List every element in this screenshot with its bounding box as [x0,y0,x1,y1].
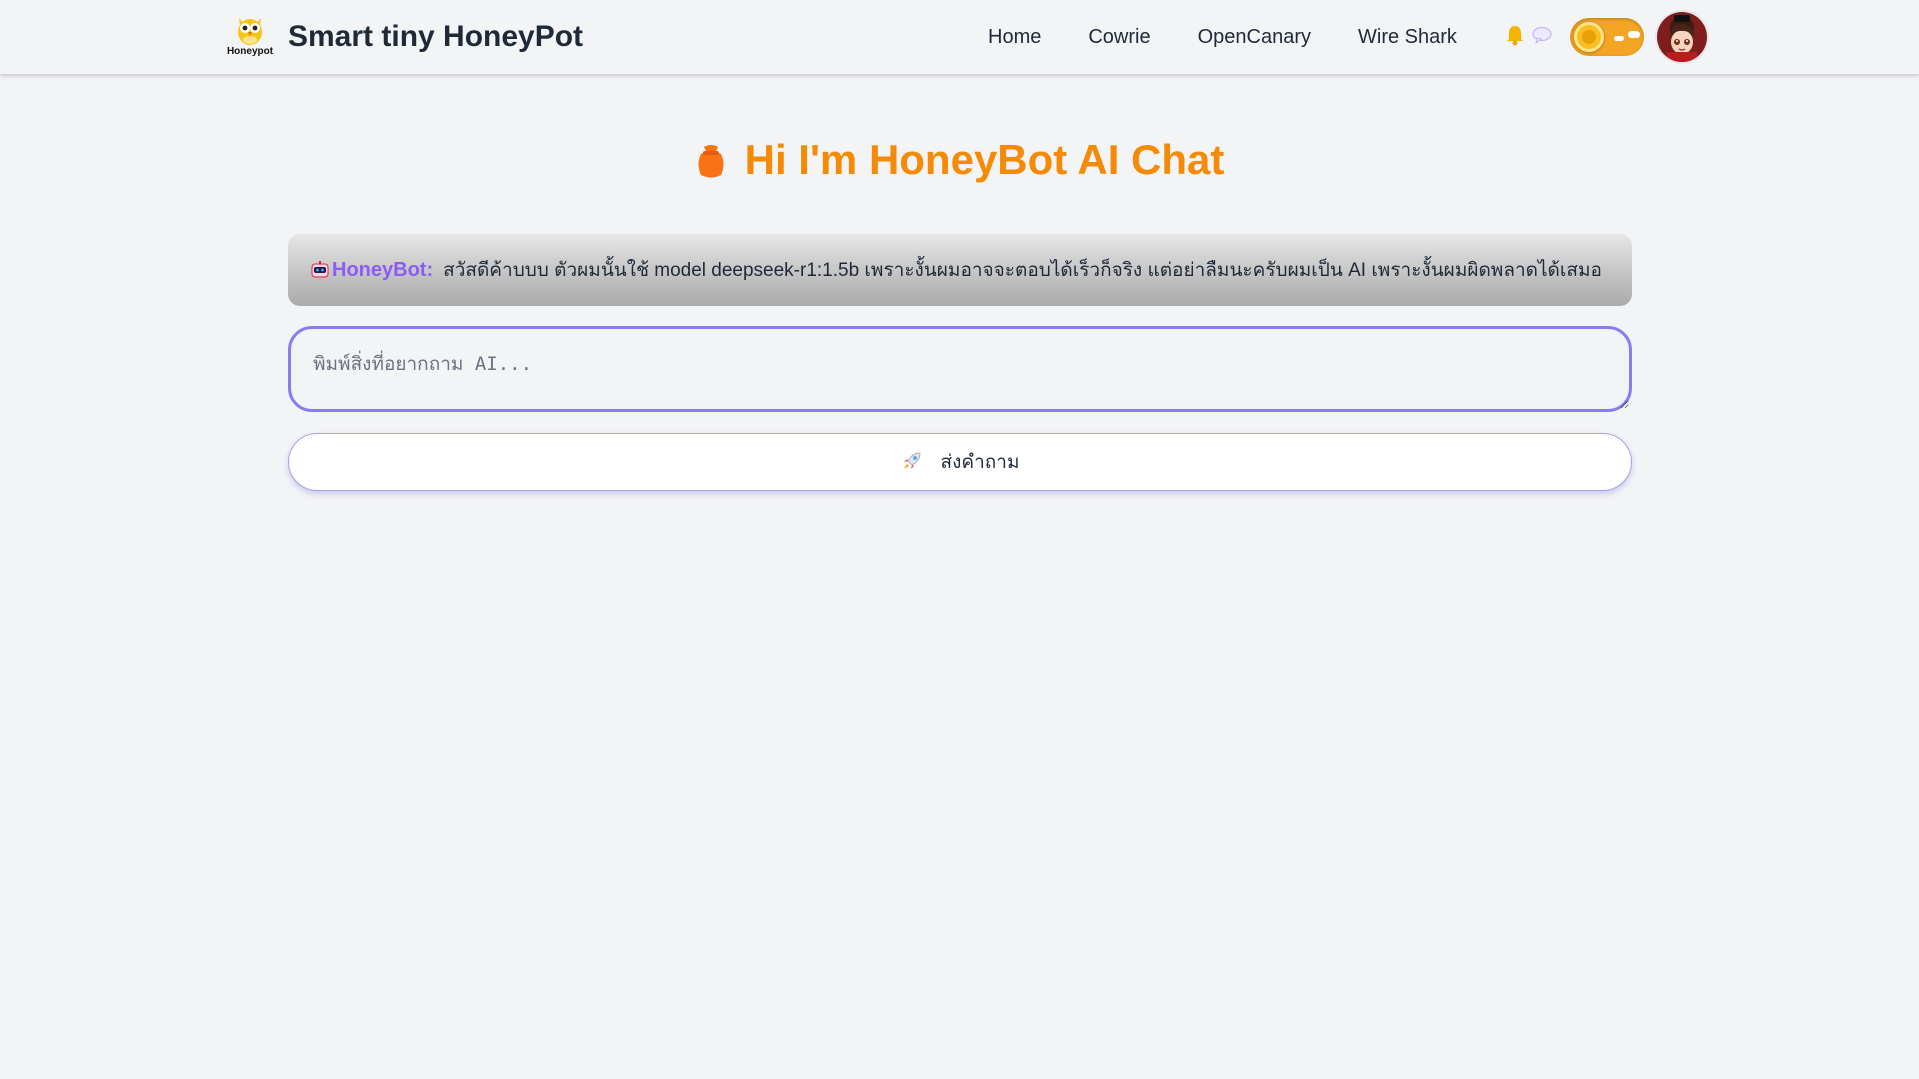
robot-icon [310,260,330,280]
page-title: Hi I'm HoneyBot AI Chat [0,136,1919,190]
nav-link-cowrie[interactable]: Cowrie [1088,26,1150,49]
page-title-text: Hi I'm HoneyBot AI Chat [744,136,1225,183]
owl-icon: Honeypot [222,10,278,64]
send-question-button[interactable]: ส่งคำถาม [288,433,1632,491]
nav-link-home[interactable]: Home [988,26,1041,49]
rocket-icon [901,450,923,475]
bot-message-text: สวัสดีค้าบบบ ตัวผมนั้นใช้ model deepseek… [443,260,1602,281]
logo-text: Honeypot [226,46,274,57]
bell-icon[interactable] [1505,24,1525,51]
brand[interactable]: Honeypot Smart tiny HoneyPot [222,10,583,64]
sun-icon [1574,22,1604,52]
chat-bubble-icon[interactable] [1531,25,1553,50]
theme-toggle[interactable] [1570,18,1644,56]
nav-link-opencanary[interactable]: OpenCanary [1198,26,1311,49]
chat-history: HoneyBot: สวัสดีค้าบบบ ตัวผมนั้นใช้ mode… [288,234,1632,306]
nav-icons [1505,24,1553,51]
avatar[interactable] [1657,12,1707,62]
send-button-label: ส่งคำถาม [940,452,1020,473]
question-input[interactable] [288,326,1632,412]
app-title: Smart tiny HoneyPot [288,20,584,53]
bot-name: HoneyBot: [332,258,434,281]
honey-pot-icon [695,142,727,190]
chat-message: HoneyBot: สวัสดีค้าบบบ ตัวผมนั้นใช้ mode… [310,255,1602,285]
nav-links: Home Cowrie OpenCanary Wire Shark [988,0,1457,74]
cloud-icon [1628,31,1640,38]
navbar: Honeypot Smart tiny HoneyPot Home Cowrie… [0,0,1919,74]
nav-link-wireshark[interactable]: Wire Shark [1358,26,1457,49]
cloud-icon [1614,36,1624,41]
